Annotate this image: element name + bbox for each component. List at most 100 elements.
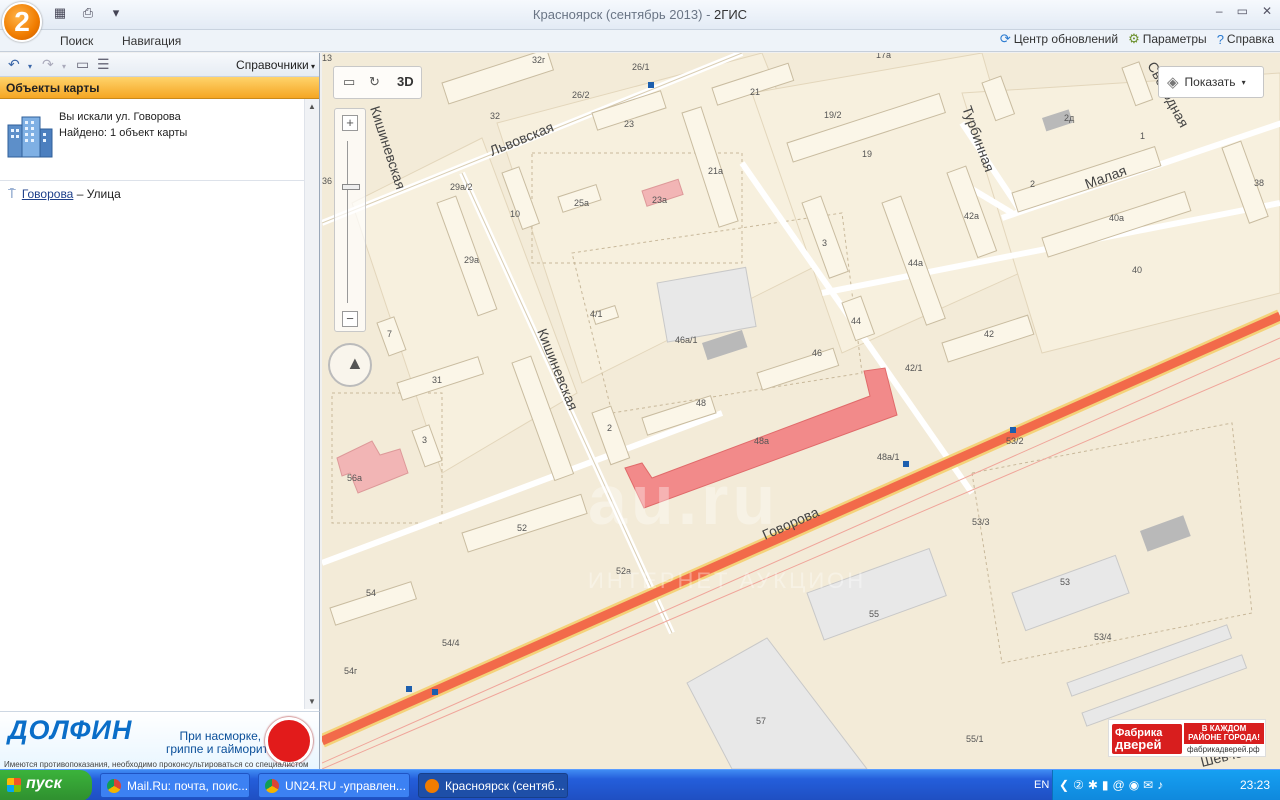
window-title: Красноярск (сентябрь 2013) - 2ГИС: [0, 7, 1280, 22]
start-button[interactable]: пуск: [0, 770, 92, 800]
svg-text:56а: 56а: [347, 473, 362, 483]
ad-logo-icon: [265, 717, 313, 765]
zoom-slider-handle[interactable]: [342, 184, 360, 190]
2gis-tray-icon[interactable]: ②: [1073, 778, 1084, 792]
close-icon[interactable]: ✕: [1262, 4, 1272, 18]
result-item[interactable]: ⍑ Говорова – Улица: [8, 186, 121, 202]
taskbar-item-label: Красноярск (сентяб...: [445, 779, 565, 793]
update-center-link[interactable]: ⟳ Центр обновлений: [1000, 31, 1118, 47]
taskbar-item-2gis[interactable]: Красноярск (сентяб...: [418, 773, 568, 798]
volume-icon[interactable]: ♪: [1157, 778, 1163, 792]
forward-dropdown-icon[interactable]: ▾: [62, 60, 66, 74]
parameters-label: Параметры: [1142, 32, 1207, 46]
svg-text:46а/1: 46а/1: [675, 335, 698, 345]
scroll-up-icon[interactable]: ▲: [308, 102, 316, 111]
svg-text:44: 44: [851, 316, 861, 326]
svg-text:19: 19: [862, 149, 872, 159]
svg-text:55/1: 55/1: [966, 734, 984, 744]
show-layers-button[interactable]: ◈ Показать ▾: [1158, 66, 1264, 98]
map-objects-header[interactable]: Объекты карты: [0, 77, 319, 99]
taskbar-item-un24[interactable]: UN24.RU -управлен...: [258, 773, 410, 798]
svg-text:40а: 40а: [1109, 213, 1124, 223]
left-scrollbar[interactable]: ▲ ▼: [304, 99, 319, 709]
map-view[interactable]: 32г 26/1 26/2 32 21 23 19/2 17а 19 2д 1 36 29а/2…: [322, 53, 1280, 769]
left-toolbar: ↶ ▾ ↷ ▾ ▭ ☰ Справочники ▾: [0, 53, 319, 77]
mail-icon[interactable]: @: [1113, 778, 1125, 792]
search-info: Вы искали ул. Говорова Найдено: 1 объект…: [0, 99, 319, 181]
help-link[interactable]: ? Справка: [1217, 32, 1274, 47]
ruler-icon[interactable]: ▭: [343, 74, 355, 90]
header-links: ⟳ Центр обновлений ⚙ Параметры ? Справка: [1000, 31, 1274, 47]
svg-text:3: 3: [822, 238, 827, 248]
signal-icon[interactable]: ▮: [1102, 778, 1109, 792]
menu-search[interactable]: Поиск: [60, 34, 93, 48]
ad-right-brand-line2: дверей: [1115, 737, 1162, 752]
svg-text:42/1: 42/1: [905, 363, 923, 373]
list-view-icon[interactable]: ☰: [97, 57, 110, 71]
flash-icon[interactable]: ✱: [1088, 778, 1098, 792]
svg-text:13: 13: [322, 53, 332, 63]
svg-text:53/3: 53/3: [972, 517, 990, 527]
maximize-icon[interactable]: ▭: [1237, 4, 1248, 18]
menu-navigation[interactable]: Навигация: [122, 34, 181, 48]
collapse-icon[interactable]: ▭: [76, 57, 89, 71]
chevron-down-icon: ▾: [1241, 77, 1246, 87]
zoom-in-button[interactable]: +: [342, 115, 358, 131]
svg-text:55: 55: [869, 609, 879, 619]
rotate-icon[interactable]: ↻: [369, 74, 380, 90]
svg-text:31: 31: [432, 375, 442, 385]
taskbar: пуск Mail.Ru: почта, поис... UN24.RU -уп…: [0, 769, 1280, 800]
watermark-subtitle: ИНТЕРНЕТ АУКЦИОН: [588, 568, 867, 593]
svg-text:21: 21: [750, 87, 760, 97]
result-street-link[interactable]: Говорова: [22, 187, 74, 201]
back-arrow-icon[interactable]: ↶: [8, 57, 20, 71]
compass-icon[interactable]: ▲: [328, 343, 372, 387]
svg-text:38: 38: [1254, 178, 1264, 188]
window-title-place: Красноярск (сентябрь 2013): [532, 7, 703, 22]
svg-text:17а: 17а: [876, 53, 891, 60]
chrome-icon: [107, 779, 121, 793]
parameters-link[interactable]: ⚙ Параметры: [1128, 31, 1207, 47]
svg-text:42: 42: [984, 329, 994, 339]
svg-text:53/2: 53/2: [1006, 436, 1024, 446]
left-panel: ↶ ▾ ↷ ▾ ▭ ☰ Справочники ▾ Объекты карты …: [0, 53, 320, 711]
zoom-out-button[interactable]: −: [342, 311, 358, 327]
svg-text:2: 2: [607, 423, 612, 433]
zoom-slider-track[interactable]: [347, 141, 353, 303]
svg-text:53/4: 53/4: [1094, 632, 1112, 642]
svg-text:52: 52: [517, 523, 527, 533]
svg-text:3: 3: [422, 435, 427, 445]
minimize-icon[interactable]: ‒: [1216, 4, 1223, 18]
svg-text:26/2: 26/2: [572, 90, 590, 100]
svg-text:48а/1: 48а/1: [877, 452, 900, 462]
catalog-label: Справочники: [236, 58, 309, 72]
map-canvas[interactable]: 32г26/126/2 322123 19/217а19 2д136 29а/2…: [322, 53, 1280, 769]
svg-text:53: 53: [1060, 577, 1070, 587]
catalog-dropdown[interactable]: Справочники ▾: [236, 58, 315, 72]
clock[interactable]: 23:23: [1240, 778, 1270, 792]
window-controls: ‒ ▭ ✕: [1216, 4, 1272, 18]
tray-arrow-icon[interactable]: ❮: [1059, 778, 1069, 792]
svg-text:29а: 29а: [464, 255, 479, 265]
svg-text:7: 7: [387, 329, 392, 339]
3d-button[interactable]: 3D: [397, 74, 414, 89]
tray-icons: ❮ ② ✱ ▮ @ ◉ ✉ ♪: [1059, 778, 1163, 792]
forward-arrow-icon[interactable]: ↷: [42, 57, 54, 71]
svg-text:40: 40: [1132, 265, 1142, 275]
north-arrow-icon: ▲: [346, 353, 364, 373]
scroll-down-icon[interactable]: ▼: [308, 697, 316, 706]
chat-icon[interactable]: ✉: [1143, 778, 1153, 792]
ad-slogan: При насморке, гриппе и гайморите: [166, 730, 275, 756]
network-icon[interactable]: ◉: [1129, 778, 1139, 792]
system-tray: ❮ ② ✱ ▮ @ ◉ ✉ ♪ 23:23: [1052, 770, 1280, 800]
ad-banner-right[interactable]: Фабрика дверей В КАЖДОМ РАЙОНЕ ГОРОДА! фа…: [1108, 719, 1266, 757]
app-logo[interactable]: 2: [2, 2, 42, 42]
taskbar-item-mailru[interactable]: Mail.Ru: почта, поис...: [100, 773, 250, 798]
svg-text:23: 23: [624, 119, 634, 129]
help-label: Справка: [1226, 32, 1274, 46]
svg-text:54: 54: [366, 588, 376, 598]
language-indicator[interactable]: EN: [1034, 779, 1049, 791]
back-dropdown-icon[interactable]: ▾: [28, 60, 32, 74]
svg-text:25а: 25а: [574, 198, 589, 208]
ad-banner-left[interactable]: ДОЛФИН При насморке, гриппе и гайморите И…: [0, 711, 320, 769]
